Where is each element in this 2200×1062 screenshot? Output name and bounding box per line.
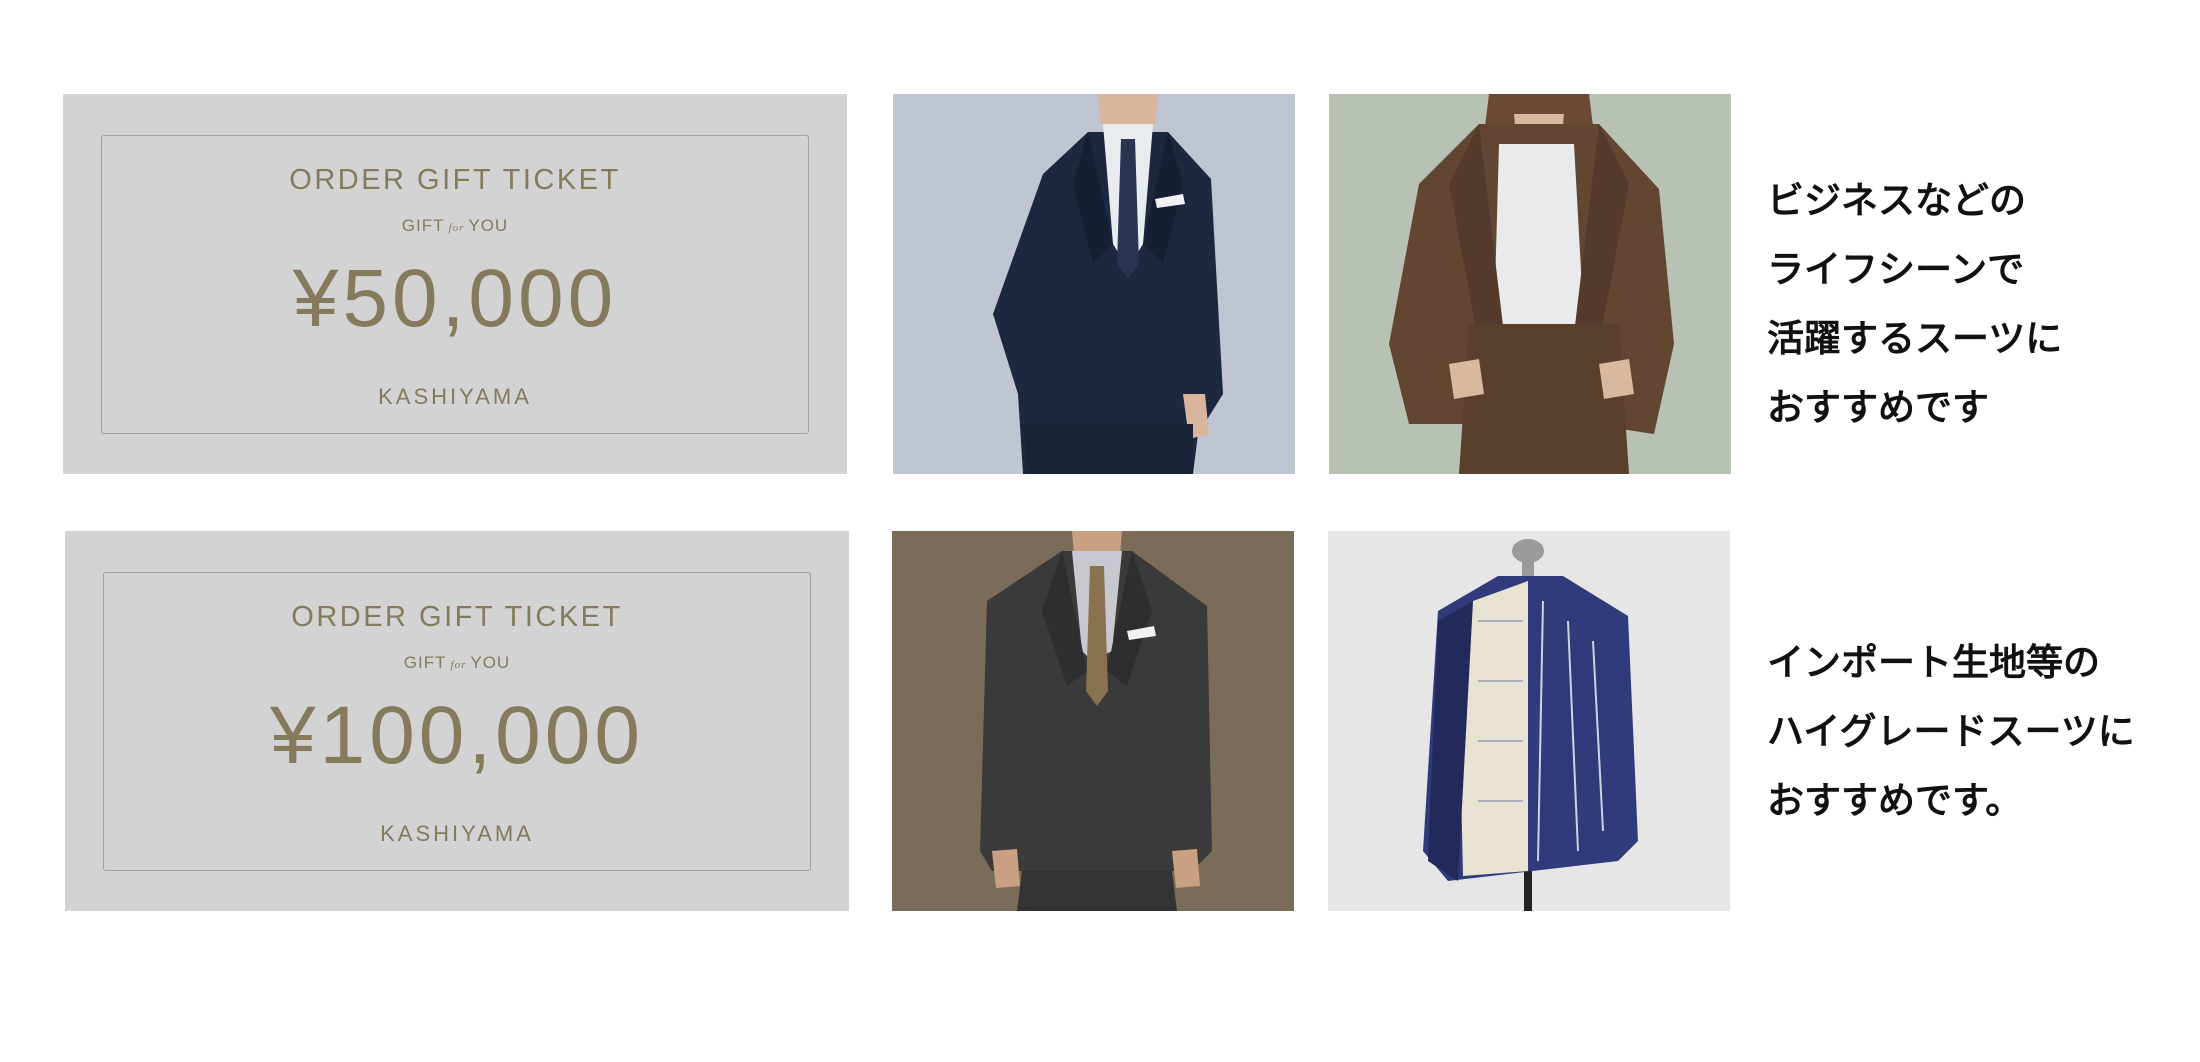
ticket-amount: ¥50,000 bbox=[292, 253, 618, 344]
ticket-title: ORDER GIFT TICKET bbox=[291, 601, 623, 633]
ticket-subtitle: GIFT for YOU bbox=[403, 653, 511, 672]
caption-line: ハイグレードスーツに bbox=[1767, 710, 2135, 753]
caption-line: おすすめです bbox=[1767, 386, 1989, 429]
caption-line: ライフシーンで bbox=[1767, 248, 2025, 291]
tailored-jacket-mannequin-photo bbox=[1328, 531, 1730, 911]
caption-line: おすすめです。 bbox=[1767, 779, 2023, 822]
caption-line: ビジネスなどの bbox=[1767, 179, 2026, 222]
caption-import: インポート生地等の ハイグレードスーツに おすすめです。 bbox=[1767, 628, 2135, 835]
gift-row-100000: ORDER GIFT TICKET GIFT for YOU ¥100,000 KA… bbox=[0, 531, 2200, 911]
ticket-brand: KASHIYAMA bbox=[378, 384, 532, 409]
ticket-subtitle: GIFT for YOU bbox=[401, 216, 509, 235]
gift-ticket-card[interactable]: ORDER GIFT TICKET GIFT for YOU ¥50,000 KAS… bbox=[63, 94, 847, 474]
ticket-amount: ¥100,000 bbox=[269, 690, 644, 781]
ticket-brand: KASHIYAMA bbox=[380, 821, 534, 846]
caption-line: インポート生地等の bbox=[1767, 641, 2100, 684]
caption-business: ビジネスなどの ライフシーンで 活躍するスーツに おすすめです bbox=[1767, 166, 2062, 442]
man-charcoal-suit-photo bbox=[892, 531, 1294, 911]
gift-ticket-card[interactable]: ORDER GIFT TICKET GIFT for YOU ¥100,000 KA… bbox=[65, 531, 849, 911]
caption-line: 活躍するスーツに bbox=[1767, 317, 2063, 360]
woman-brown-suit-photo bbox=[1329, 94, 1731, 474]
gift-row-50000: ORDER GIFT TICKET GIFT for YOU ¥50,000 KAS… bbox=[0, 94, 2200, 474]
ticket-title: ORDER GIFT TICKET bbox=[289, 164, 621, 196]
man-navy-suit-photo bbox=[893, 94, 1295, 474]
